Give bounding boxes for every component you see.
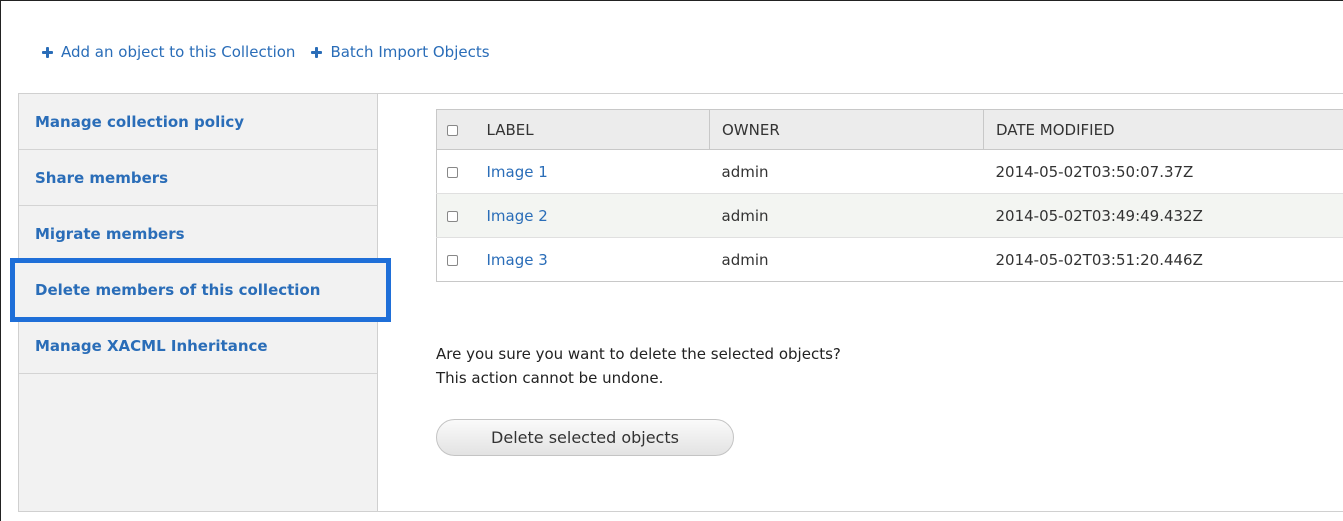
sidebar-item-manage-xacml-inheritance[interactable]: Manage XACML Inheritance (19, 318, 377, 374)
main-content: LABEL OWNER DATE MODIFIED Image 1 admin … (378, 94, 1343, 511)
row-date-modified: 2014-05-02T03:51:20.446Z (983, 237, 1343, 282)
delete-selected-objects-button[interactable]: Delete selected objects (436, 419, 734, 456)
sidebar: Manage collection policy Share members M… (10, 94, 391, 511)
add-object-label: Add an object to this Collection (61, 43, 296, 61)
column-header-owner[interactable]: OWNER (709, 109, 984, 150)
row-checkbox[interactable] (447, 254, 458, 266)
object-link[interactable]: Image 2 (487, 207, 548, 225)
row-label-cell: Image 1 (474, 149, 710, 194)
batch-import-link[interactable]: Batch Import Objects (311, 43, 490, 61)
row-date-modified: 2014-05-02T03:49:49.432Z (983, 193, 1343, 238)
column-header-label[interactable]: LABEL (474, 109, 710, 150)
row-owner: admin (709, 237, 984, 282)
table-row: Image 2 admin 2014-05-02T03:49:49.432Z (436, 193, 1343, 238)
sidebar-item-migrate-members[interactable]: Migrate members (19, 206, 377, 262)
manage-layout: Manage collection policy Share members M… (10, 93, 1343, 512)
row-checkbox-cell (436, 149, 475, 194)
sidebar-item-manage-collection-policy[interactable]: Manage collection policy (19, 94, 377, 150)
table-row: Image 1 admin 2014-05-02T03:50:07.37Z (436, 149, 1343, 194)
row-label-cell: Image 2 (474, 193, 710, 238)
row-checkbox-cell (436, 193, 475, 238)
select-all-cell (436, 109, 475, 150)
add-object-link[interactable]: Add an object to this Collection (42, 43, 295, 61)
sidebar-item-share-members[interactable]: Share members (19, 150, 377, 206)
collection-actions: Add an object to this Collection Batch I… (42, 43, 490, 61)
confirmation-question: Are you sure you want to delete the sele… (436, 345, 841, 363)
batch-import-label: Batch Import Objects (330, 43, 490, 61)
row-owner: admin (709, 193, 984, 238)
object-link[interactable]: Image 3 (487, 251, 548, 269)
members-table: LABEL OWNER DATE MODIFIED Image 1 admin … (436, 109, 1343, 282)
row-checkbox[interactable] (447, 210, 458, 222)
row-label-cell: Image 3 (474, 237, 710, 282)
row-checkbox[interactable] (447, 166, 458, 178)
table-row: Image 3 admin 2014-05-02T03:51:20.446Z (436, 237, 1343, 282)
confirmation-warning: This action cannot be undone. (436, 369, 664, 387)
row-checkbox-cell (436, 237, 475, 282)
sidebar-item-delete-members[interactable]: Delete members of this collection (10, 258, 391, 322)
delete-confirmation-text: Are you sure you want to delete the sele… (436, 342, 841, 390)
plus-icon (42, 46, 53, 58)
row-date-modified: 2014-05-02T03:50:07.37Z (983, 149, 1343, 194)
row-owner: admin (709, 149, 984, 194)
column-header-date-modified[interactable]: DATE MODIFIED (983, 109, 1343, 150)
object-link[interactable]: Image 1 (487, 163, 548, 181)
frame-left-border (0, 0, 1, 521)
frame-top-border (0, 0, 1343, 1)
plus-icon (311, 46, 323, 58)
table-header-row: LABEL OWNER DATE MODIFIED (436, 109, 1343, 150)
select-all-checkbox[interactable] (447, 124, 458, 136)
